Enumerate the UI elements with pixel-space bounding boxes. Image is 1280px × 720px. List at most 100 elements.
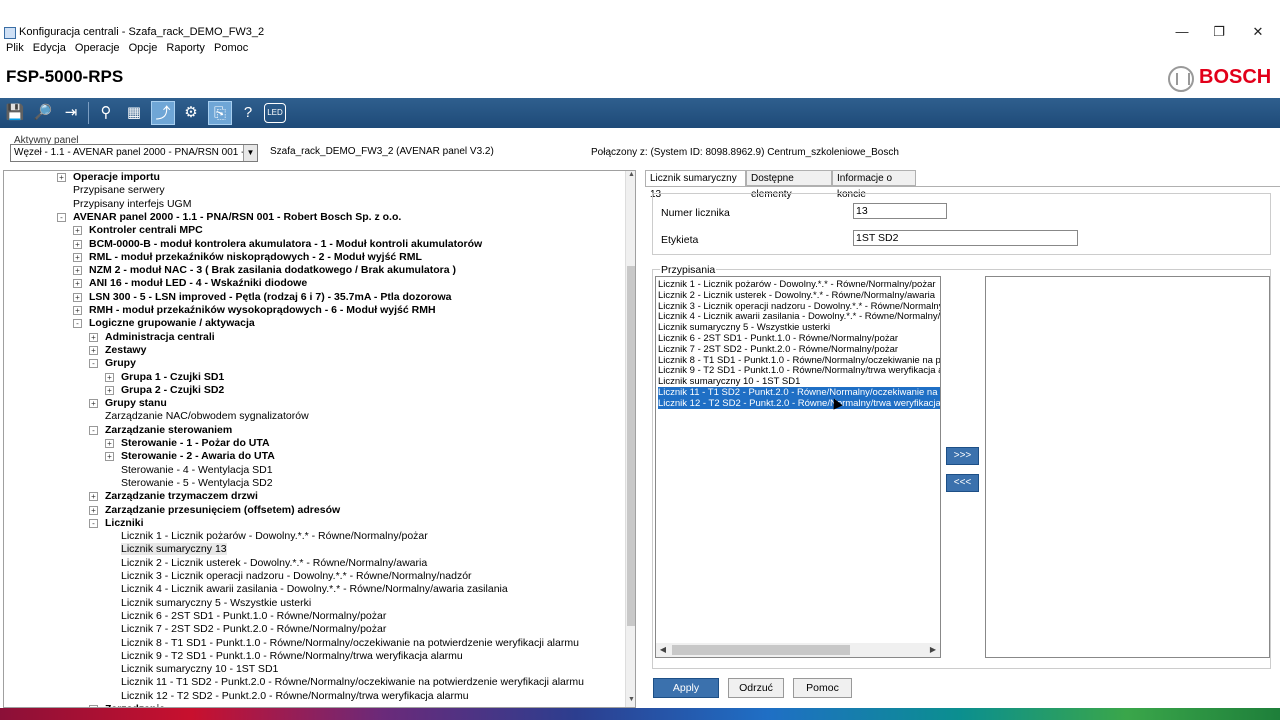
save-icon[interactable]: 💾 (3, 101, 27, 125)
assignments-list[interactable]: ◀ ▶ Licznik 1 - Licznik pożarów - Dowoln… (655, 276, 941, 658)
tree-item[interactable]: Logiczne grupowanie / aktywacja (89, 317, 255, 330)
tree-scrollbar[interactable]: ▲ ▼ (625, 171, 635, 707)
tree-item[interactable]: Licznik 2 - Licznik usterek - Dowolny.*.… (121, 557, 427, 570)
list-item[interactable]: Licznik sumaryczny 5 - Wszystkie usterki (658, 322, 940, 333)
close-button[interactable]: ✕ (1244, 22, 1272, 42)
counter-number-field[interactable]: 13 (853, 203, 947, 219)
tree-item[interactable]: Zarządzanie NAC/obwodem sygnalizatorów (105, 410, 309, 423)
expand-icon[interactable]: + (73, 279, 82, 289)
tree-item[interactable]: Liczniki (105, 517, 144, 530)
tree-item[interactable]: Licznik 7 - 2ST SD2 - Punkt.2.0 - Równe/… (121, 623, 386, 636)
tree-item[interactable]: Zarządzanie sterowaniem (105, 424, 232, 437)
list-item[interactable]: Licznik 8 - T1 SD1 - Punkt.1.0 - Równe/N… (658, 355, 940, 366)
tree-item[interactable]: Grupy (105, 357, 136, 370)
tree-item[interactable]: Licznik sumaryczny 5 - Wszystkie usterki (121, 597, 311, 610)
tree-item[interactable]: NZM 2 - moduł NAC - 3 ( Brak zasilania d… (89, 264, 456, 277)
tree-item[interactable]: Grupa 2 - Czujki SD2 (121, 384, 224, 397)
tree-item[interactable]: RML - moduł przekaźników niskoprądowych … (89, 251, 422, 264)
scroll-left-icon[interactable]: ◀ (656, 643, 670, 657)
tree-item[interactable]: Licznik 11 - T1 SD2 - Punkt.2.0 - Równe/… (121, 676, 584, 689)
collapse-icon[interactable]: - (73, 319, 82, 329)
expand-icon[interactable]: + (105, 385, 114, 395)
remove-assignment-button[interactable]: <<< (946, 474, 979, 492)
preview-icon[interactable]: 🔎 (31, 101, 55, 125)
list-hscrollbar[interactable]: ◀ ▶ (656, 643, 940, 657)
tree-item[interactable]: Sterowanie - 2 - Awaria do UTA (121, 450, 275, 463)
import-icon[interactable]: ⇥ (59, 101, 83, 125)
exit-icon[interactable]: ⎘ (208, 101, 232, 125)
tree-item[interactable]: Sterowanie - 5 - Wentylacja SD2 (121, 477, 273, 490)
tree-item[interactable]: Licznik 9 - T2 SD1 - Punkt.1.0 - Równe/N… (121, 650, 463, 663)
expand-icon[interactable]: + (105, 372, 114, 382)
list-item[interactable]: Licznik 2 - Licznik usterek - Dowolny.*.… (658, 290, 940, 301)
hscroll-thumb[interactable] (672, 645, 850, 655)
tree-item[interactable]: Licznik 8 - T1 SD1 - Punkt.1.0 - Równe/N… (121, 637, 579, 650)
tree-item[interactable]: Grupy stanu (105, 397, 167, 410)
tree-item[interactable]: Przypisane serwery (73, 184, 165, 197)
tree-item[interactable]: Operacje importu (73, 171, 160, 184)
tree-item[interactable]: Licznik 3 - Licznik operacji nadzoru - D… (121, 570, 472, 583)
list-item[interactable]: Licznik 12 - T2 SD2 - Punkt.2.0 - Równe/… (658, 397, 940, 409)
tree-item[interactable]: Sterowanie - 4 - Wentylacja SD1 (121, 464, 273, 477)
expand-icon[interactable]: + (105, 439, 114, 448)
list-item[interactable]: Licznik sumaryczny 10 - 1ST SD1 (658, 376, 940, 387)
tree-item[interactable]: Zarządzanie trzymaczem drzwi (105, 490, 258, 503)
add-assignment-button[interactable]: >>> (946, 447, 979, 465)
expand-icon[interactable]: + (89, 345, 98, 355)
tree-item[interactable]: Licznik 4 - Licznik awarii zasilania - D… (121, 583, 508, 596)
expand-icon[interactable]: + (89, 399, 98, 409)
tree-item[interactable]: Licznik 6 - 2ST SD1 - Punkt.1.0 - Równe/… (121, 610, 386, 623)
tree-item[interactable]: Licznik 1 - Licznik pożarów - Dowolny.*.… (121, 530, 428, 543)
expand-icon[interactable]: + (73, 252, 82, 262)
scroll-up-icon[interactable]: ▲ (626, 171, 635, 182)
minimize-button[interactable]: — (1168, 22, 1196, 42)
expand-icon[interactable]: + (73, 292, 82, 302)
expand-icon[interactable]: + (73, 306, 82, 315)
calculator-icon[interactable]: ▦ (122, 101, 146, 125)
scroll-right-icon[interactable]: ▶ (926, 643, 940, 657)
tree-item[interactable]: RMH - moduł przekaźników wysokoprądowych… (89, 304, 436, 317)
search-icon[interactable]: ⚲ (94, 101, 118, 125)
assigned-target-list[interactable] (985, 276, 1270, 658)
menu-operations[interactable]: Operacje (75, 42, 120, 54)
connect-icon[interactable]: ⤴ (151, 101, 175, 125)
list-item[interactable]: Licznik 4 - Licznik awarii zasilania - D… (658, 311, 940, 322)
menu-options[interactable]: Opcje (129, 42, 158, 54)
discard-button[interactable]: Odrzuć (728, 678, 784, 698)
collapse-icon[interactable]: - (89, 425, 98, 435)
expand-icon[interactable]: + (57, 173, 66, 182)
help-icon[interactable]: ? (236, 101, 260, 125)
collapse-icon[interactable]: - (89, 518, 98, 528)
tree-item[interactable]: Zarządzanie przesunięciem (offsetem) adr… (105, 504, 340, 517)
collapse-icon[interactable]: - (89, 359, 98, 369)
tree-item[interactable]: AVENAR panel 2000 - 1.1 - PNA/RSN 001 - … (73, 211, 401, 224)
chevron-down-icon[interactable]: ▼ (243, 145, 257, 161)
tree-item[interactable]: BCM-0000-B - moduł kontrolera akumulator… (89, 238, 482, 251)
tree-item[interactable]: Sterowanie - 1 - Pożar do UTA (121, 437, 270, 450)
expand-icon[interactable]: + (89, 492, 98, 502)
tab-available-elements[interactable]: Dostępne elementy (746, 170, 832, 200)
tree-item[interactable]: Licznik sumaryczny 13 (121, 543, 227, 556)
active-panel-select[interactable]: Węzeł - 1.1 - AVENAR panel 2000 - PNA/RS… (10, 144, 258, 162)
tree-item[interactable]: Licznik sumaryczny 10 - 1ST SD1 (121, 663, 278, 676)
led-icon[interactable]: LED (264, 103, 286, 123)
tab-summary-counter[interactable]: Licznik sumaryczny 13 (645, 170, 746, 200)
list-item[interactable]: Licznik 6 - 2ST SD1 - Punkt.1.0 - Równe/… (658, 333, 940, 344)
expand-icon[interactable]: + (105, 452, 114, 462)
expand-icon[interactable]: + (89, 505, 98, 515)
scroll-down-icon[interactable]: ▼ (626, 696, 635, 707)
tree-item[interactable]: Administracja centrali (105, 331, 215, 344)
collapse-icon[interactable]: - (57, 212, 66, 222)
label-field[interactable]: 1ST SD2 (853, 230, 1078, 246)
tree-item[interactable]: LSN 300 - 5 - LSN improved - Pętla (rodz… (89, 291, 452, 304)
expand-icon[interactable]: + (73, 226, 82, 236)
tree-item[interactable]: Przypisany interfejs UGM (73, 198, 191, 211)
menu-help[interactable]: Pomoc (214, 42, 248, 54)
list-item[interactable]: Licznik 11 - T1 SD2 - Punkt.2.0 - Równe/… (658, 387, 940, 398)
scrollbar-thumb[interactable] (627, 266, 635, 626)
list-item[interactable]: Licznik 7 - 2ST SD2 - Punkt.2.0 - Równe/… (658, 344, 940, 355)
list-item[interactable]: Licznik 3 - Licznik operacji nadzoru - D… (658, 301, 940, 312)
list-item[interactable]: Licznik 9 - T2 SD1 - Punkt.1.0 - Równe/N… (658, 365, 940, 376)
tree-item[interactable]: Zestawy (105, 344, 146, 357)
tab-account-info[interactable]: Informacje o koncie (832, 170, 916, 200)
